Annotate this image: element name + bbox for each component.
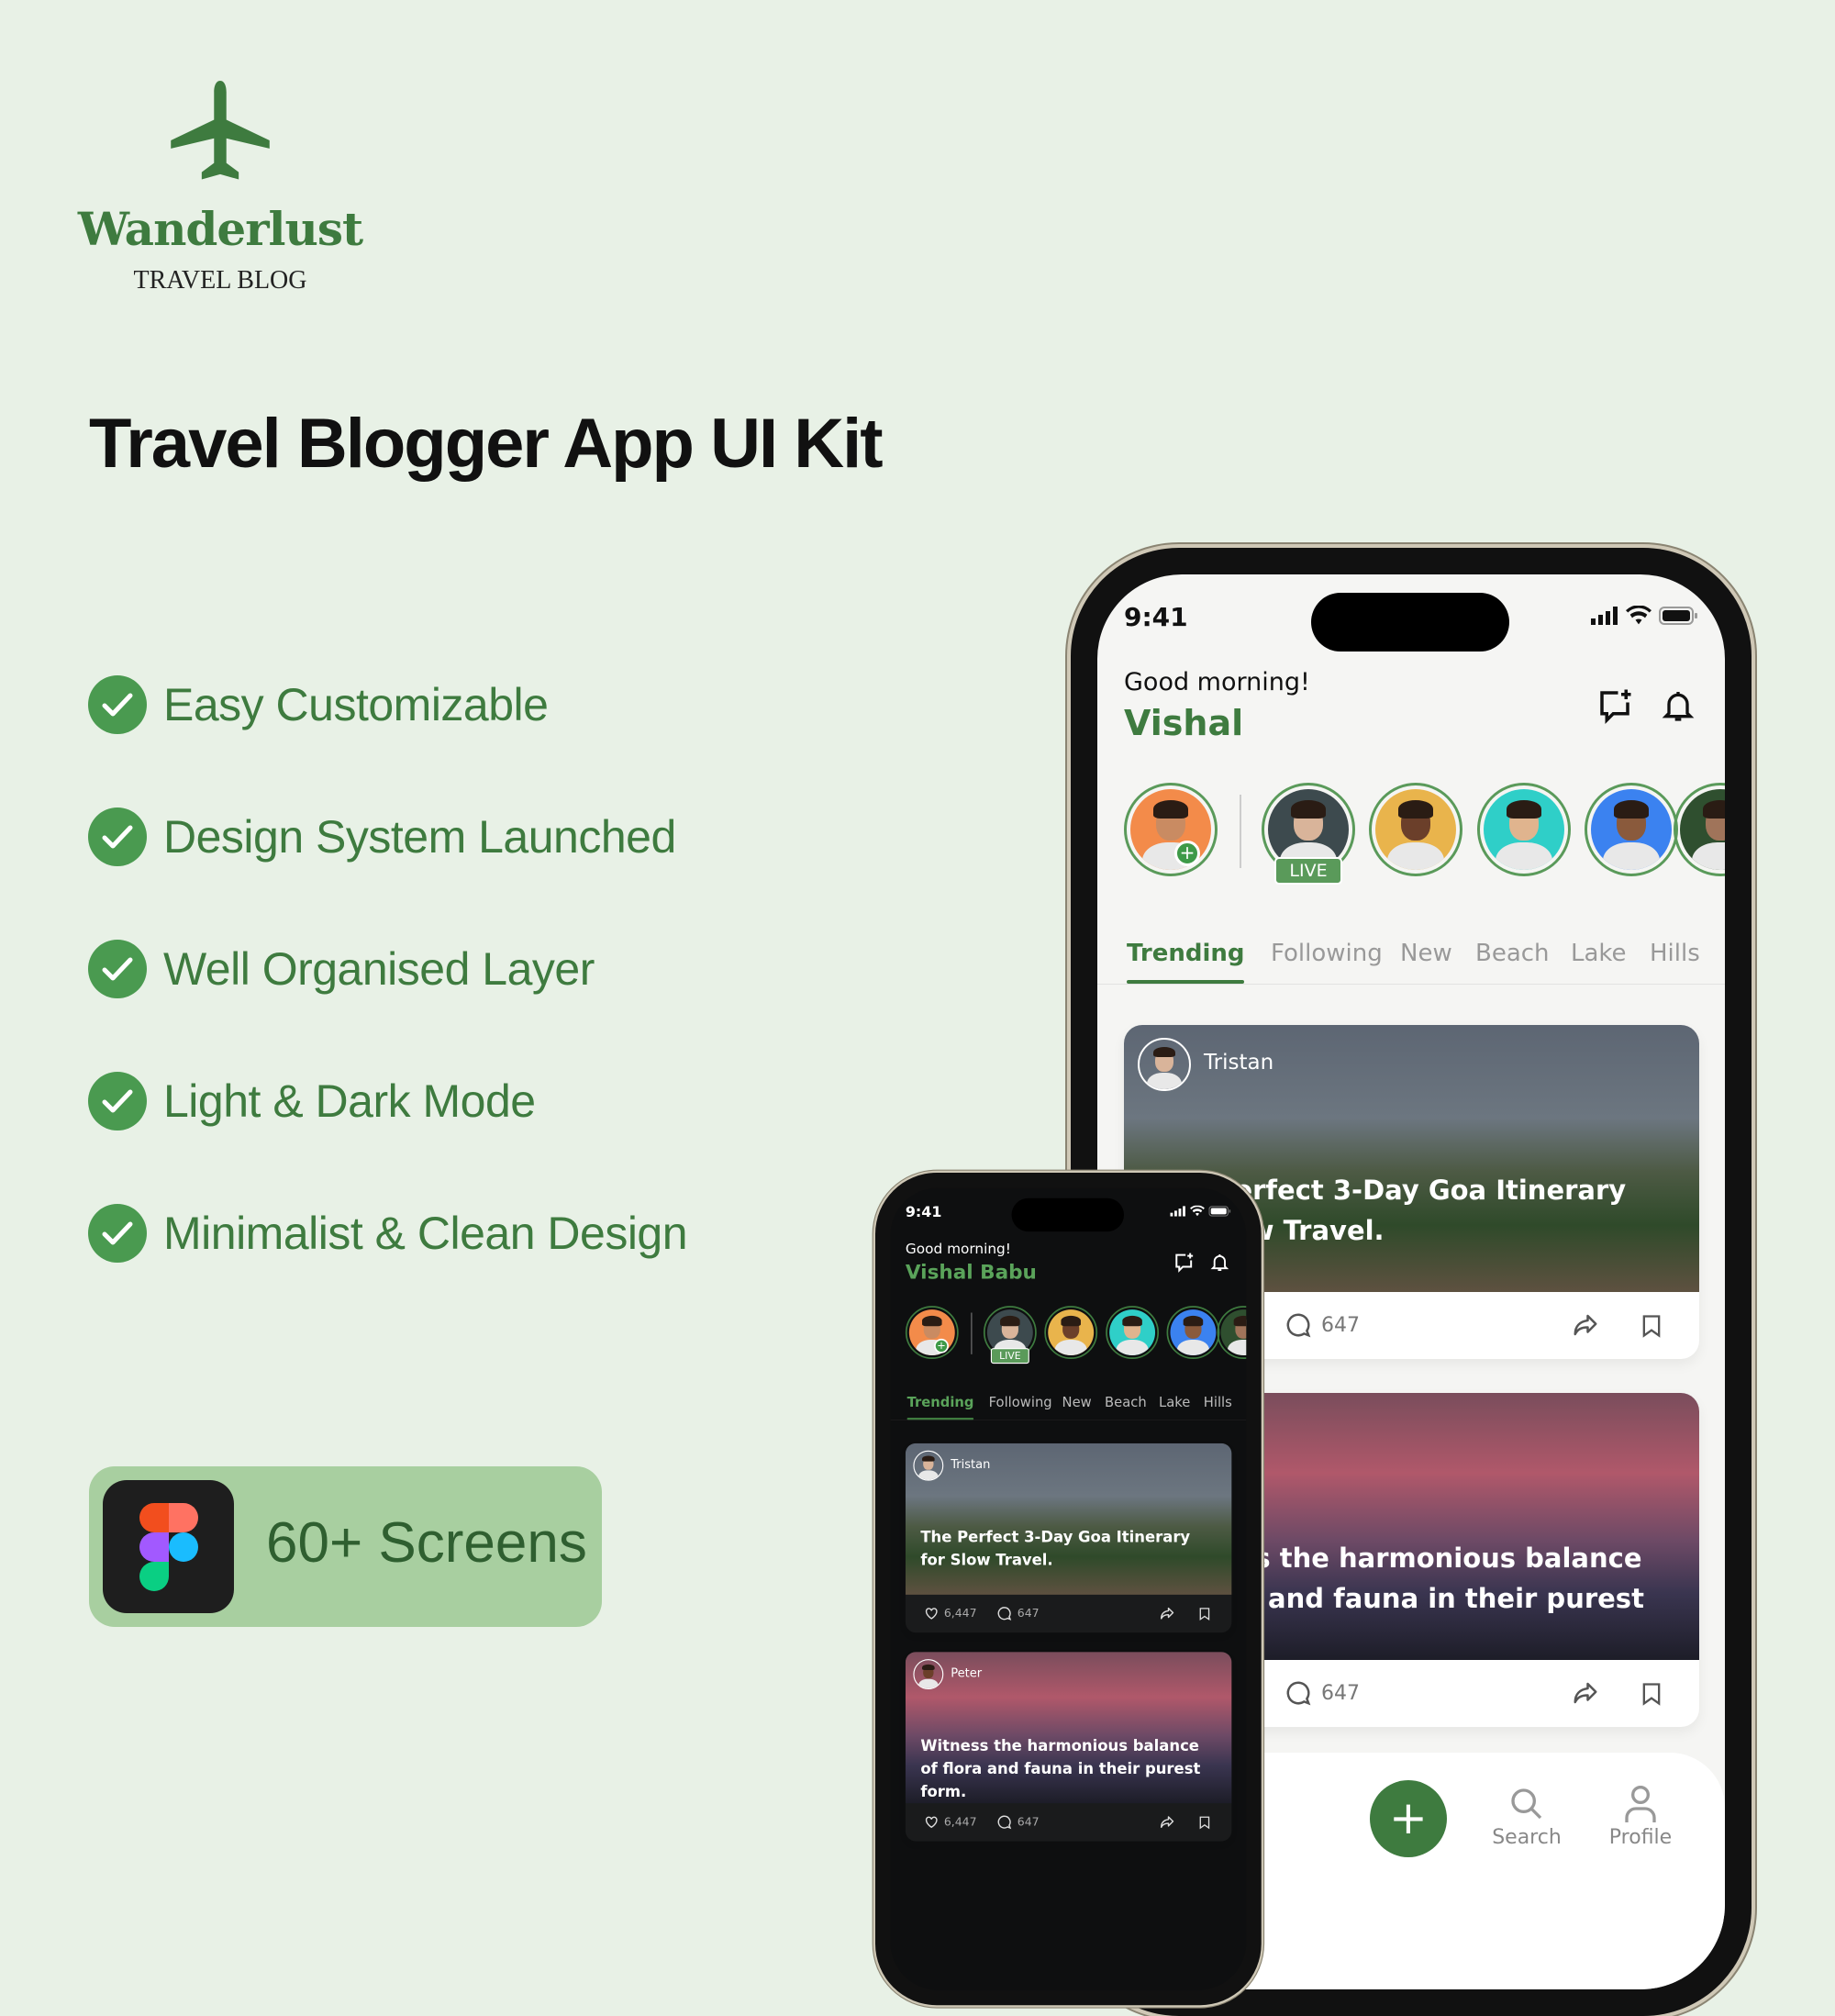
feature-label: Well Organised Layer <box>163 943 595 995</box>
comment-count: 647 <box>1017 1815 1040 1829</box>
story-avatar[interactable]: LIVE <box>983 1306 1037 1364</box>
tab-beach[interactable]: Beach <box>1105 1395 1147 1410</box>
create-post-button[interactable]: + <box>1370 1780 1447 1857</box>
feature-item: Minimalist & Clean Design <box>88 1204 688 1263</box>
add-story-icon[interactable]: + <box>934 1338 949 1353</box>
story-avatar[interactable] <box>1044 1306 1098 1359</box>
stories-divider <box>971 1312 973 1354</box>
story-avatar[interactable] <box>1106 1306 1160 1359</box>
signal-icon <box>1591 607 1618 625</box>
greeting: Good morning! <box>1124 668 1310 696</box>
user-name: Vishal <box>1124 703 1244 743</box>
bell-icon[interactable] <box>1660 686 1696 729</box>
bell-icon[interactable] <box>1209 1252 1230 1275</box>
author-avatar[interactable] <box>913 1450 944 1481</box>
stories-divider <box>1240 795 1241 868</box>
status-icons <box>1591 606 1697 626</box>
signal-icon <box>1170 1206 1185 1217</box>
comment-count: 647 <box>1321 1314 1360 1337</box>
add-story-icon[interactable]: + <box>1174 841 1200 866</box>
story-avatar[interactable]: + <box>1124 783 1218 876</box>
check-circle-icon <box>88 808 147 866</box>
phone-dark-mode: 9:41 Good morning! Vishal Babu + LIVE Tren… <box>875 1173 1262 2006</box>
post-actions: 6,447 647 <box>906 1803 1232 1841</box>
tab-hills[interactable]: Hills <box>1650 940 1700 967</box>
author-name[interactable]: Tristan <box>1204 1051 1273 1075</box>
feature-item: Design System Launched <box>88 808 676 866</box>
check-circle-icon <box>88 1072 147 1131</box>
phone-screen: 9:41 Good morning! Vishal Babu + LIVE Tren… <box>890 1187 1247 1990</box>
new-post-chat-icon[interactable] <box>1596 686 1634 729</box>
wifi-icon <box>1626 606 1652 625</box>
search-icon[interactable] <box>1508 1786 1545 1826</box>
feature-label: Minimalist & Clean Design <box>163 1208 688 1259</box>
post-card[interactable]: Peter Witness the harmonious balance of … <box>905 1652 1232 1842</box>
feature-label: Design System Launched <box>163 811 676 863</box>
tab-following[interactable]: Following <box>1271 940 1383 967</box>
story-avatar[interactable] <box>1674 783 1725 876</box>
author-name[interactable]: Tristan <box>951 1458 990 1472</box>
feature-item: Well Organised Layer <box>88 940 595 998</box>
story-avatar[interactable]: LIVE <box>1262 783 1355 885</box>
new-post-chat-icon[interactable] <box>1173 1252 1195 1275</box>
check-circle-icon <box>88 940 147 998</box>
check-circle-icon <box>88 1204 147 1263</box>
battery-icon <box>1208 1206 1231 1217</box>
screens-count: 60+ Screens <box>266 1511 587 1575</box>
figma-logo <box>103 1480 234 1613</box>
page-title: Travel Blogger App UI Kit <box>89 405 884 483</box>
status-time: 9:41 <box>1124 602 1188 632</box>
tab-following[interactable]: Following <box>989 1395 1052 1410</box>
tab-trending[interactable]: Trending <box>1127 940 1245 967</box>
story-avatar[interactable] <box>1369 783 1462 876</box>
status-icons <box>1170 1205 1231 1217</box>
check-circle-icon <box>88 675 147 734</box>
like-count: 6,447 <box>943 1815 977 1829</box>
post-title[interactable]: The Perfect 3-Day Goa Itinerary for Slow… <box>920 1525 1212 1571</box>
tab-new[interactable]: New <box>1400 940 1452 967</box>
tab-new[interactable]: New <box>1062 1395 1092 1410</box>
comment-count: 647 <box>1017 1607 1040 1621</box>
post-card[interactable]: Tristan The Perfect 3-Day Goa Itinerary … <box>905 1442 1232 1633</box>
story-avatar[interactable] <box>1166 1306 1220 1359</box>
user-name: Vishal Babu <box>905 1260 1037 1284</box>
feature-item: Light & Dark Mode <box>88 1072 536 1131</box>
brand-tagline: TRAVEL BLOG <box>133 266 307 295</box>
story-avatar[interactable] <box>1585 783 1678 876</box>
live-badge: LIVE <box>990 1348 1029 1364</box>
author-avatar[interactable] <box>1138 1038 1191 1091</box>
tab-lake[interactable]: Lake <box>1571 940 1627 967</box>
story-avatar[interactable]: + <box>905 1306 959 1359</box>
battery-icon <box>1659 607 1697 625</box>
brand-name: Wanderlust <box>77 202 363 256</box>
tab-trending[interactable]: Trending <box>907 1395 974 1410</box>
feature-label: Easy Customizable <box>163 679 549 730</box>
dynamic-island <box>1011 1197 1125 1232</box>
nav-search-label[interactable]: Search <box>1481 1826 1573 1849</box>
dynamic-island <box>1311 593 1509 652</box>
tab-hills[interactable]: Hills <box>1204 1395 1232 1410</box>
feature-item: Easy Customizable <box>88 675 549 734</box>
greeting: Good morning! <box>905 1241 1011 1257</box>
profile-icon[interactable] <box>1622 1784 1659 1828</box>
story-avatar[interactable] <box>1217 1306 1247 1359</box>
post-title[interactable]: Witness the harmonious balance of flora … <box>920 1734 1212 1803</box>
wifi-icon <box>1190 1205 1205 1217</box>
author-name[interactable]: Peter <box>951 1666 982 1680</box>
tab-lake[interactable]: Lake <box>1159 1395 1190 1410</box>
feature-label: Light & Dark Mode <box>163 1075 536 1127</box>
nav-profile-label[interactable]: Profile <box>1595 1826 1686 1849</box>
author-avatar[interactable] <box>913 1659 944 1690</box>
live-badge: LIVE <box>1274 857 1342 885</box>
airplane-icon <box>171 81 270 180</box>
tabs-divider <box>1097 984 1725 985</box>
post-actions: 6,447 647 <box>906 1595 1232 1632</box>
status-time: 9:41 <box>905 1203 942 1221</box>
like-count: 6,447 <box>943 1607 977 1621</box>
comment-count: 647 <box>1321 1682 1360 1705</box>
story-avatar[interactable] <box>1477 783 1571 876</box>
screens-badge: 60+ Screens <box>89 1466 602 1627</box>
tab-beach[interactable]: Beach <box>1475 940 1550 967</box>
